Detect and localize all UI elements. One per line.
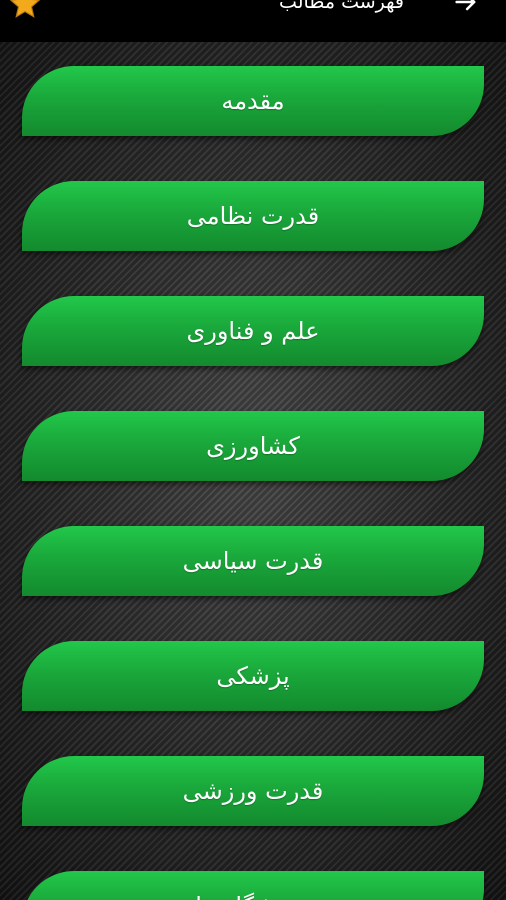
menu-item-label: علم و فناوری [186, 317, 320, 345]
table-of-contents: مقدمه قدرت نظامی علم و فناوری کشاورزی قد… [0, 0, 506, 900]
menu-item-science-technology[interactable]: علم و فناوری [22, 296, 484, 366]
menu-item-sports-power[interactable]: قدرت ورزشی [22, 756, 484, 826]
menu-item-stadiums[interactable]: ورزشگاه ها [22, 871, 484, 900]
menu-item-label: قدرت نظامی [186, 202, 320, 230]
menu-item-military-power[interactable]: قدرت نظامی [22, 181, 484, 251]
menu-item-medicine[interactable]: پزشکی [22, 641, 484, 711]
menu-item-label: قدرت سیاسی [182, 547, 324, 575]
menu-item-label: ورزشگاه ها [195, 892, 311, 900]
menu-item-label: قدرت ورزشی [182, 777, 324, 805]
menu-item-agriculture[interactable]: کشاورزی [22, 411, 484, 481]
menu-item-label: کشاورزی [206, 432, 300, 460]
menu-item-political-power[interactable]: قدرت سیاسی [22, 526, 484, 596]
menu-item-introduction[interactable]: مقدمه [22, 66, 484, 136]
menu-item-label: مقدمه [221, 87, 285, 115]
menu-item-label: پزشکی [216, 662, 290, 690]
